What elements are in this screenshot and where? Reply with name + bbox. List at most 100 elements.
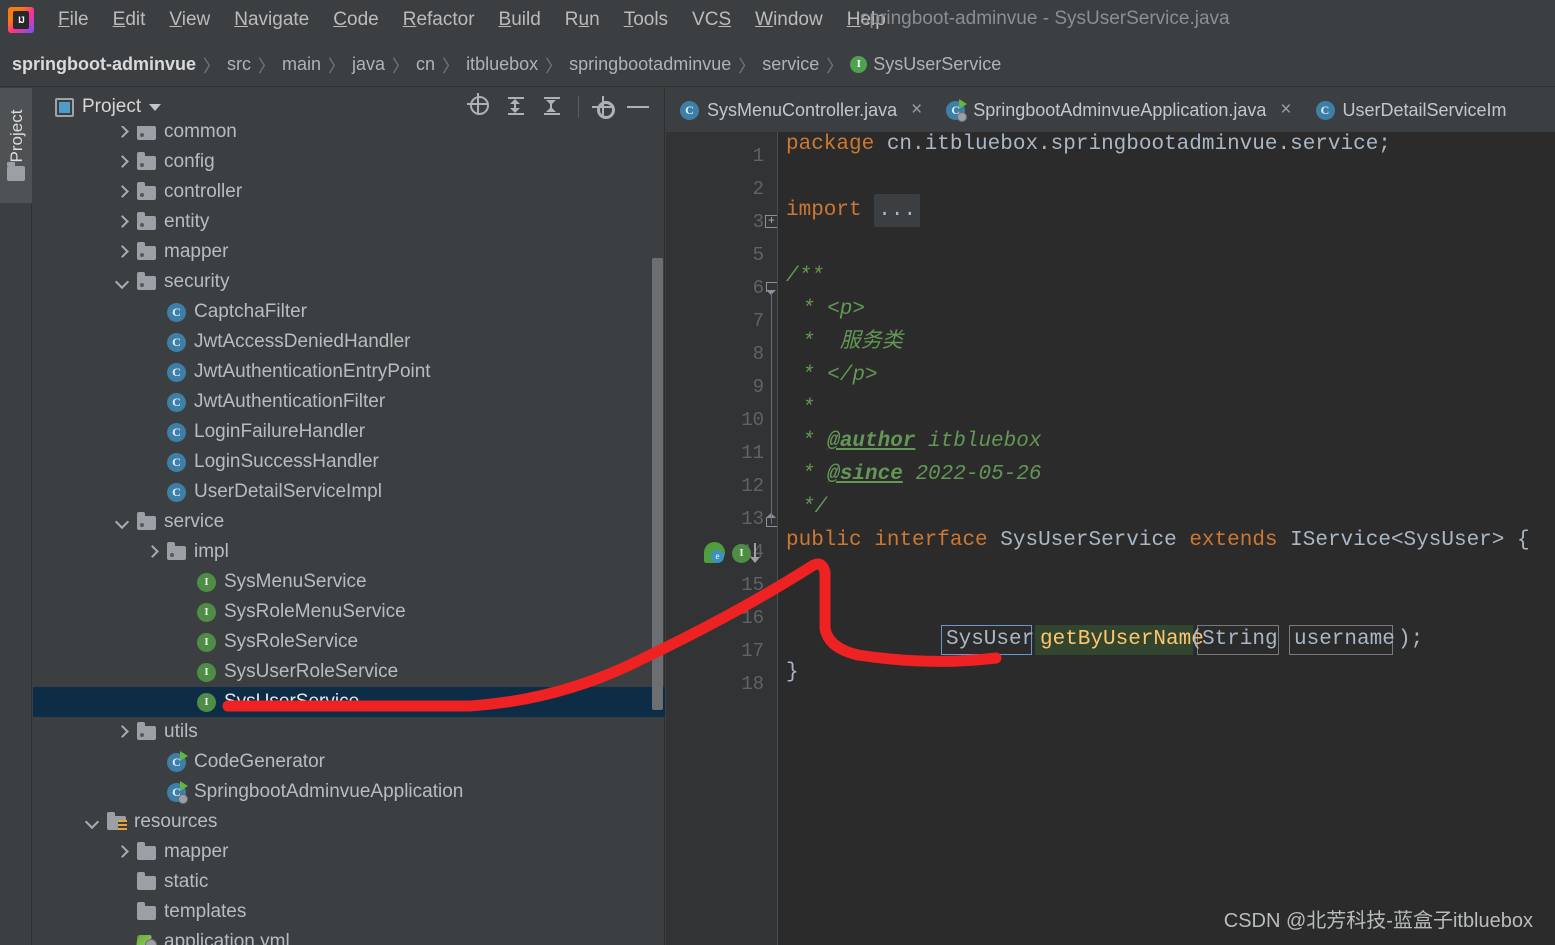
tree-item-sysrolemenuservice[interactable]: I SysRoleMenuService [33, 597, 665, 627]
tree-item-label: application.yml [164, 931, 290, 945]
project-tree-scrollbar[interactable] [652, 258, 663, 710]
method-return-type: SysUser [946, 628, 1035, 651]
chevron-right-icon[interactable] [145, 546, 158, 559]
code-line-16: SysUser getByUserName(String username); [778, 623, 1555, 656]
tree-item-loginfailurehandler[interactable]: C LoginFailureHandler [33, 417, 665, 447]
tree-item-springbootadminvueapplication[interactable]: C SpringbootAdminvueApplication [33, 777, 665, 807]
breadcrumb-item-sysuserservice[interactable]: SysUserService [873, 54, 1001, 75]
tree-item-entity[interactable]: entity [33, 207, 665, 237]
tree-item-application-yml[interactable]: application.yml [33, 927, 665, 945]
tree-item-captchafilter[interactable]: C CaptchaFilter [33, 297, 665, 327]
javadoc-tag-author: @author [827, 430, 916, 453]
tree-item-jwtaccessdeniedhandler[interactable]: C JwtAccessDeniedHandler [33, 327, 665, 357]
javadoc-star: * [802, 430, 815, 453]
expand-all-icon[interactable] [506, 96, 528, 118]
folded-imports[interactable]: ... [874, 194, 921, 227]
breadcrumb-separator: 〉 [258, 56, 275, 76]
tree-item-sysuserservice[interactable]: I SysUserService [33, 687, 665, 717]
chevron-right-icon[interactable] [115, 726, 128, 739]
javadoc-text: * <p> [802, 298, 866, 321]
tree-item-userdetailserviceimpl[interactable]: C UserDetailServiceImpl [33, 477, 665, 507]
tree-item-label: common [164, 126, 237, 142]
tree-item-resources[interactable]: resources [33, 807, 665, 837]
tree-item-label: JwtAccessDeniedHandler [194, 331, 411, 352]
tree-item-impl[interactable]: impl [33, 537, 665, 567]
chevron-right-icon[interactable] [115, 186, 128, 199]
editor-gutter[interactable]: 1 2 3 5 6 7 8 9 10 11 12 13 14 15 16 17 18 + e I [666, 132, 779, 945]
menu-item-window[interactable]: Window [743, 6, 835, 34]
chevron-right-icon[interactable] [115, 126, 128, 139]
tree-item-common[interactable]: common [33, 126, 665, 147]
tree-item-sysuserroleservice[interactable]: I SysUserRoleService [33, 657, 665, 687]
menu-item-code[interactable]: Code [321, 6, 390, 34]
menu-item-file[interactable]: File [46, 6, 101, 34]
sidebar-item-project[interactable]: Project [0, 88, 32, 203]
chevron-right-icon[interactable] [115, 846, 128, 859]
tree-item-mapper[interactable]: mapper [33, 837, 665, 867]
chevron-right-icon[interactable] [115, 216, 128, 229]
tree-item-config[interactable]: config [33, 147, 665, 177]
implement-arrow-icon[interactable] [750, 543, 760, 563]
chevron-right-icon[interactable] [115, 246, 128, 259]
tree-item-templates[interactable]: templates [33, 897, 665, 927]
tree-item-jwtauthenticationfilter[interactable]: C JwtAuthenticationFilter [33, 387, 665, 417]
menu-item-edit[interactable]: Edit [101, 6, 158, 34]
breadcrumb-item-src[interactable]: src [227, 54, 251, 75]
tree-item-static[interactable]: static [33, 867, 665, 897]
menu-item-build[interactable]: Build [487, 6, 553, 34]
minimize-icon[interactable] [627, 96, 649, 118]
line-number: 8 [752, 343, 764, 365]
close-icon[interactable]: × [1280, 99, 1291, 121]
chevron-right-icon[interactable] [115, 156, 128, 169]
breadcrumb-item-cn[interactable]: cn [416, 54, 435, 75]
menu-item-run[interactable]: Run [553, 6, 612, 34]
editor-tab-userdetailserviceim[interactable]: C UserDetailServiceIm [1302, 88, 1517, 132]
editor-tab-sysmenucontroller-java[interactable]: C SysMenuController.java × [666, 88, 932, 132]
tree-item-controller[interactable]: controller [33, 177, 665, 207]
tree-item-jwtauthenticationentrypoint[interactable]: C JwtAuthenticationEntryPoint [33, 357, 665, 387]
collapse-all-icon[interactable] [542, 96, 564, 118]
editor-tab-springbootadminvueapplication-java[interactable]: C SpringbootAdminvueApplication.java × [932, 88, 1301, 132]
spring-bean-icon[interactable]: e [704, 542, 727, 565]
project-tree[interactable]: common config controller entity mapper securi… [33, 126, 665, 945]
breadcrumb-item-java[interactable]: java [352, 54, 385, 75]
class-icon: C [167, 333, 187, 352]
menu-item-tools[interactable]: Tools [612, 6, 680, 34]
breadcrumb[interactable]: springboot-adminvue 〉 src 〉 main 〉 java 〉 cn 〉 itb… [0, 42, 1555, 87]
package-name: cn.itbluebox.springbootadminvue.service; [886, 133, 1391, 156]
gear-icon[interactable] [592, 96, 615, 119]
code-line-10: * [802, 392, 815, 425]
code-line-3: import ... [786, 194, 921, 227]
chevron-down-icon[interactable] [115, 516, 128, 529]
chevron-down-icon[interactable] [85, 816, 98, 829]
menu-item-navigate[interactable]: Navigate [222, 6, 321, 34]
tree-item-sysroleservice[interactable]: I SysRoleService [33, 627, 665, 657]
breadcrumb-item-itbluebox[interactable]: itbluebox [466, 54, 538, 75]
tree-item-sysmenuservice[interactable]: I SysMenuService [33, 567, 665, 597]
menu-item-view[interactable]: View [157, 6, 222, 34]
menu-item-refactor[interactable]: Refactor [391, 6, 487, 34]
chevron-down-icon[interactable] [149, 103, 162, 111]
breadcrumb-item-springboot-adminvue[interactable]: springboot-adminvue [12, 54, 196, 75]
tree-item-utils[interactable]: utils [33, 717, 665, 747]
breadcrumb-item-springbootadminvue[interactable]: springbootadminvue [569, 54, 731, 75]
chevron-down-icon[interactable] [115, 276, 128, 289]
tree-item-codegenerator[interactable]: C CodeGenerator [33, 747, 665, 777]
package-folder-icon [167, 542, 187, 561]
implemented-interface-icon[interactable]: I [732, 544, 751, 563]
tree-item-mapper[interactable]: mapper [33, 237, 665, 267]
tree-item-service[interactable]: service [33, 507, 665, 537]
menu-item-vcs[interactable]: VCS [680, 6, 743, 34]
interface-icon: I [197, 603, 217, 622]
close-icon[interactable]: × [911, 99, 922, 121]
tree-item-loginsuccesshandler[interactable]: C LoginSuccessHandler [33, 447, 665, 477]
breadcrumb-item-service[interactable]: service [762, 54, 819, 75]
code-content[interactable]: package cn.itbluebox.springbootadminvue.… [778, 132, 1555, 945]
breadcrumb-item-main[interactable]: main [282, 54, 321, 75]
locate-icon[interactable] [470, 96, 492, 118]
tree-item-security[interactable]: security [33, 267, 665, 297]
folder-icon[interactable] [7, 162, 25, 181]
